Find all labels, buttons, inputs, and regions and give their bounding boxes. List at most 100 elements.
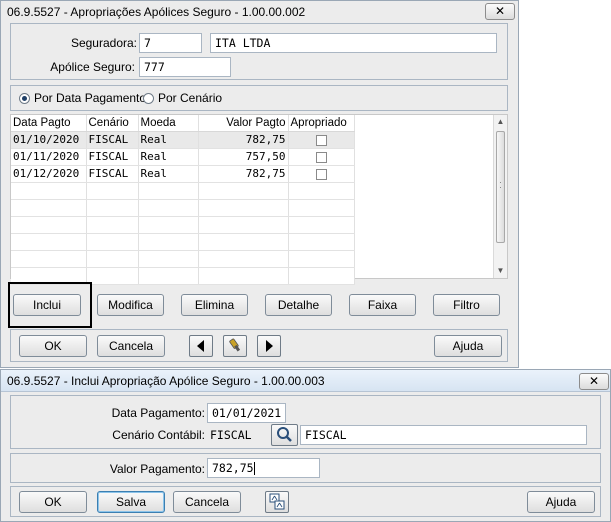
close-icon: ✕ bbox=[494, 4, 506, 18]
seguradora-name-field: ITA LTDA bbox=[210, 33, 497, 53]
table-row[interactable]: 01/12/2020 FISCAL Real 782,75 bbox=[11, 165, 355, 183]
empty-cell bbox=[288, 216, 355, 234]
window-title: 06.9.5527 - Apropriações Apólices Seguro… bbox=[7, 5, 306, 19]
table-cell: FISCAL bbox=[86, 131, 139, 149]
empty-cell bbox=[86, 216, 139, 234]
table-cell: 01/12/2020 bbox=[11, 165, 87, 183]
empty-cell bbox=[138, 250, 199, 268]
empty-cell bbox=[11, 182, 87, 200]
salva-button[interactable]: Salva bbox=[97, 491, 165, 513]
window-title: 06.9.5527 - Inclui Apropriação Apólice S… bbox=[7, 374, 325, 388]
cancela-button[interactable]: Cancela bbox=[97, 335, 165, 357]
cenario-contabil-label: Cenário Contábil: bbox=[112, 428, 205, 442]
empty-cell bbox=[11, 233, 87, 251]
empty-cell bbox=[86, 267, 139, 285]
previous-record-button[interactable] bbox=[189, 335, 213, 357]
cancela-button[interactable]: Cancela bbox=[173, 491, 241, 513]
empty-cell bbox=[198, 182, 289, 200]
empty-table-row bbox=[11, 216, 355, 234]
modifica-button[interactable]: Modifica bbox=[97, 294, 164, 316]
inclui-button[interactable]: Inclui bbox=[13, 294, 81, 316]
filtro-button[interactable]: Filtro bbox=[433, 294, 500, 316]
seguradora-label: Seguradora: bbox=[70, 36, 137, 50]
bottom-button-bar: OK Cancela Ajuda bbox=[10, 329, 508, 362]
empty-table-row bbox=[11, 233, 355, 251]
flashlight-icon bbox=[229, 338, 241, 352]
data-pagamento-label: Data Pagamento: bbox=[111, 406, 205, 420]
valor-panel: Valor Pagamento: 782,75 bbox=[10, 453, 601, 483]
cenario-lookup-button[interactable] bbox=[271, 424, 298, 446]
empty-cell bbox=[138, 233, 199, 251]
data-pagamento-input[interactable]: 01/01/2021 bbox=[207, 403, 286, 423]
radio-por-cenario[interactable] bbox=[143, 93, 154, 104]
apropriado-checkbox[interactable] bbox=[315, 168, 327, 180]
window-title-bar: 06.9.5527 - Apropriações Apólices Seguro… bbox=[1, 1, 518, 23]
scroll-thumb[interactable] bbox=[496, 131, 505, 243]
abc-keyboard-icon bbox=[269, 493, 285, 510]
empty-cell bbox=[288, 267, 355, 285]
table-header-row: Data Pagto Cenário Moeda Valor Pagto Apr… bbox=[11, 115, 355, 132]
table-cell: 782,75 bbox=[198, 131, 289, 149]
search-record-button[interactable] bbox=[223, 335, 247, 357]
radio-por-data-pagamento-label: Por Data Pagamento bbox=[34, 91, 147, 105]
table-cell: FISCAL bbox=[86, 148, 139, 166]
ok-button[interactable]: OK bbox=[19, 335, 87, 357]
faixa-button[interactable]: Faixa bbox=[349, 294, 416, 316]
table-cell: FISCAL bbox=[86, 165, 139, 183]
scroll-up-arrow-icon[interactable]: ▲ bbox=[494, 115, 507, 129]
empty-cell bbox=[198, 233, 289, 251]
apropriacoes-table: Data Pagto Cenário Moeda Valor Pagto Apr… bbox=[11, 115, 355, 285]
apropriacoes-window: 06.9.5527 - Apropriações Apólices Seguro… bbox=[0, 0, 519, 368]
empty-cell bbox=[138, 199, 199, 217]
empty-table-row bbox=[11, 182, 355, 200]
apolice-input[interactable]: 777 bbox=[139, 57, 231, 77]
arrow-right-icon bbox=[266, 340, 273, 352]
bottom-button-bar: OK Salva Cancela Ajuda bbox=[10, 486, 601, 517]
table-cell: Real bbox=[138, 131, 199, 149]
radio-por-data-pagamento[interactable] bbox=[19, 93, 30, 104]
column-header[interactable]: Data Pagto bbox=[11, 115, 87, 132]
arrow-left-icon bbox=[197, 340, 204, 352]
table-cell: Real bbox=[138, 165, 199, 183]
next-record-button[interactable] bbox=[257, 335, 281, 357]
empty-cell bbox=[138, 267, 199, 285]
empty-table-row bbox=[11, 250, 355, 268]
table-row[interactable]: 01/11/2020 FISCAL Real 757,50 bbox=[11, 148, 355, 166]
grid-vertical-scrollbar[interactable]: ▲ ▼ bbox=[493, 115, 507, 278]
cenario-contabil-name-field: FISCAL bbox=[300, 425, 587, 445]
detalhe-button[interactable]: Detalhe bbox=[265, 294, 332, 316]
column-header[interactable]: Apropriado bbox=[288, 115, 355, 132]
table-row[interactable]: 01/10/2020 FISCAL Real 782,75 bbox=[11, 131, 355, 149]
empty-cell bbox=[198, 216, 289, 234]
column-header[interactable]: Moeda bbox=[138, 115, 199, 132]
column-header[interactable]: Cenário bbox=[86, 115, 139, 132]
keyboard-button[interactable] bbox=[265, 491, 289, 513]
apropriado-checkbox[interactable] bbox=[315, 134, 327, 146]
close-button[interactable]: ✕ bbox=[579, 373, 609, 390]
empty-cell bbox=[138, 182, 199, 200]
ajuda-button[interactable]: Ajuda bbox=[527, 491, 595, 513]
ok-button[interactable]: OK bbox=[19, 491, 87, 513]
table-cell: 01/11/2020 bbox=[11, 148, 87, 166]
close-button[interactable]: ✕ bbox=[485, 3, 515, 20]
valor-pagamento-value: 782,75 bbox=[212, 461, 254, 475]
column-header[interactable]: Valor Pagto bbox=[198, 115, 289, 132]
scroll-down-arrow-icon[interactable]: ▼ bbox=[494, 264, 507, 278]
apropriado-cell bbox=[288, 148, 355, 166]
table-cell: 01/10/2020 bbox=[11, 131, 87, 149]
text-cursor bbox=[253, 462, 255, 475]
header-fields-panel: Seguradora: 7 ITA LTDA Apólice Seguro: 7… bbox=[10, 23, 508, 80]
seguradora-code-input[interactable]: 7 bbox=[139, 33, 202, 53]
inclui-apropriacao-window: 06.9.5527 - Inclui Apropriação Apólice S… bbox=[0, 369, 611, 522]
cenario-contabil-input[interactable]: FISCAL bbox=[207, 425, 270, 445]
table-cell: Real bbox=[138, 148, 199, 166]
valor-pagamento-input[interactable]: 782,75 bbox=[207, 458, 320, 478]
grip-icon bbox=[500, 182, 501, 188]
ajuda-button[interactable]: Ajuda bbox=[434, 335, 502, 357]
empty-cell bbox=[288, 250, 355, 268]
elimina-button[interactable]: Elimina bbox=[181, 294, 248, 316]
apropriado-checkbox[interactable] bbox=[315, 151, 327, 163]
valor-pagamento-label: Valor Pagamento: bbox=[109, 462, 205, 476]
radio-por-cenario-label: Por Cenário bbox=[158, 91, 223, 105]
table-cell: 757,50 bbox=[198, 148, 289, 166]
